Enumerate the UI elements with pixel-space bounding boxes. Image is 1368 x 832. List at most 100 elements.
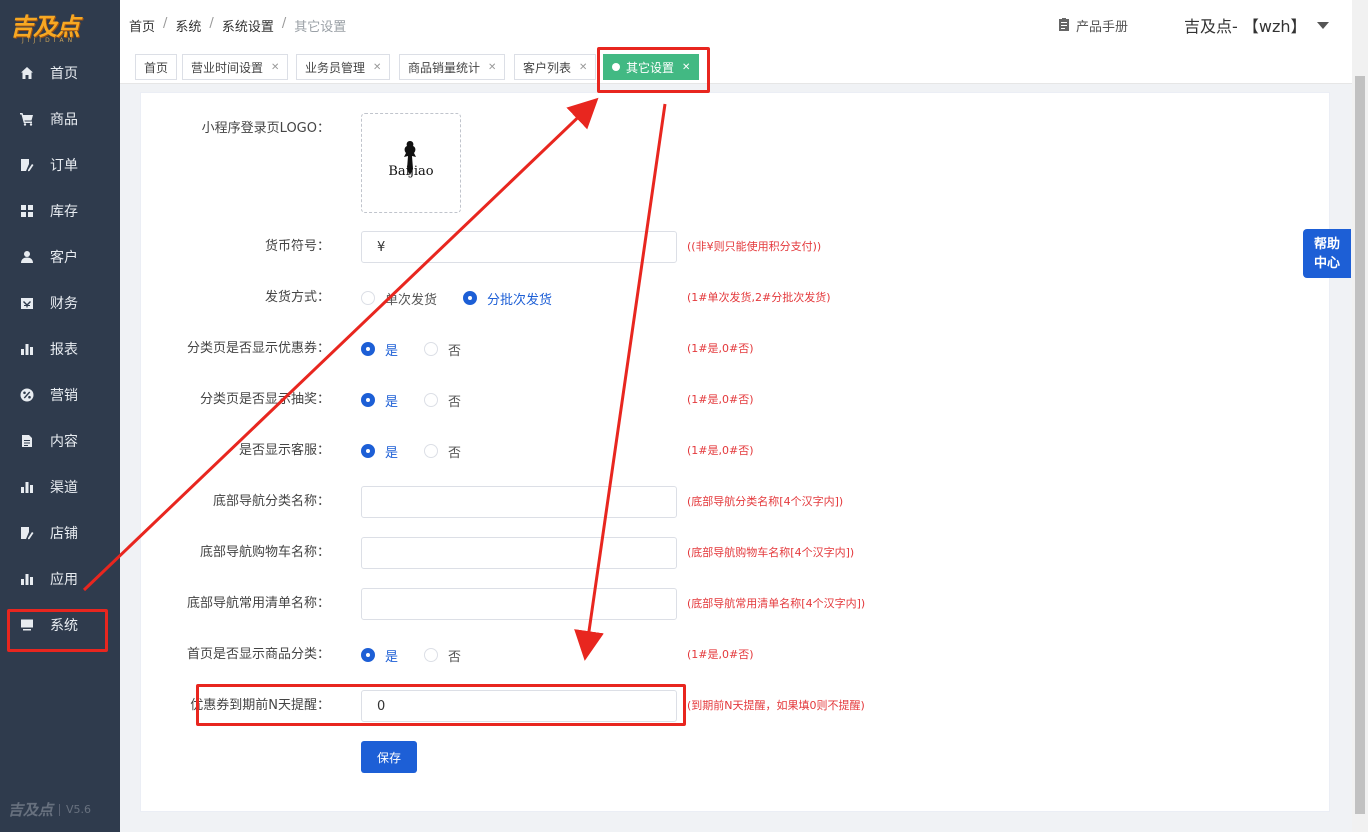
close-icon[interactable]: ✕ [488, 62, 496, 73]
radio-yes[interactable]: 是 [361, 340, 398, 359]
sidebar-item-apps[interactable]: 应用 [0, 556, 120, 602]
radio-circle [361, 393, 375, 407]
form-row-currency: 货币符号： ¥ ((非¥则只能使用积分支付)) [140, 231, 1330, 263]
radio-no[interactable]: 否 [424, 646, 461, 665]
save-button[interactable]: 保存 [361, 741, 417, 773]
annotation-box-system [7, 609, 108, 652]
radio-no[interactable]: 否 [424, 442, 461, 461]
brand-image: Baijiao [388, 141, 434, 179]
breadcrumb-home[interactable]: 首页 [129, 16, 155, 35]
edit-icon [20, 526, 34, 540]
radio-circle [361, 444, 375, 458]
sidebar-item-stock[interactable]: 库存 [0, 188, 120, 234]
sidebar-item-home[interactable]: 首页 [0, 50, 120, 96]
sidebar-item-shop[interactable]: 店铺 [0, 510, 120, 556]
nav-list-input[interactable] [361, 588, 677, 620]
radio-circle [424, 342, 439, 356]
form-row-show-service: 是否显示客服： 是 否 (1#是,0#否) [140, 435, 1330, 467]
field-label: 分类页是否显示优惠券： [186, 341, 330, 356]
tab-customer-list[interactable]: 客户列表 ✕ [514, 54, 597, 80]
percent-icon [20, 388, 34, 402]
tab-label: 客户列表 [523, 60, 572, 75]
sidebar-item-label: 应用 [50, 572, 78, 588]
brand-image-text: Baijiao [388, 164, 433, 179]
breadcrumb-system[interactable]: 系统 [175, 16, 201, 35]
form-row-nav-cart: 底部导航购物车名称： (底部导航购物车名称[4个汉字内]) [140, 537, 1330, 569]
form-row-nav-list: 底部导航常用清单名称： (底部导航常用清单名称[4个汉字内]) [140, 588, 1330, 620]
grid-icon [20, 204, 34, 218]
radio-label: 单次发货 [385, 292, 438, 308]
radio-yes[interactable]: 是 [361, 646, 398, 665]
field-hint: (到期前N天提醒，如果填0则不提醒) [687, 699, 865, 712]
help-label-line2: 中心 [1313, 255, 1340, 271]
user-menu[interactable]: 吉及点- 【wzh】 [1184, 13, 1329, 37]
radio-yes[interactable]: 是 [361, 442, 398, 461]
tab-home[interactable]: 首页 [135, 54, 178, 80]
breadcrumb-system-settings[interactable]: 系统设置 [222, 16, 274, 35]
sidebar-item-orders[interactable]: 订单 [0, 142, 120, 188]
document-icon [20, 434, 34, 448]
sidebar-item-customers[interactable]: 客户 [0, 234, 120, 280]
sidebar-item-content[interactable]: 内容 [0, 418, 120, 464]
field-label: 小程序登录页LOGO： [201, 121, 330, 136]
scrollbar-thumb[interactable] [1355, 76, 1365, 814]
radio-single-delivery[interactable]: 单次发货 [361, 289, 437, 308]
sidebar-item-goods[interactable]: 商品 [0, 96, 120, 142]
field-hint: ((非¥则只能使用积分支付)) [687, 240, 822, 253]
annotation-box-tab [597, 47, 710, 93]
footer-logo: 吉及点 [8, 801, 54, 819]
sidebar-item-reports[interactable]: 报表 [0, 326, 120, 372]
radio-label: 是 [385, 343, 399, 359]
form-row-show-coupon: 分类页是否显示优惠券： 是 否 (1#是,0#否) [140, 333, 1330, 365]
chevron-down-icon [1316, 21, 1329, 29]
tab-salesman[interactable]: 业务员管理 ✕ [296, 54, 391, 80]
logo-upload[interactable]: Baijiao [361, 113, 461, 213]
sidebar-item-label: 商品 [50, 112, 78, 128]
radio-batch-delivery[interactable]: 分批次发货 [463, 289, 552, 308]
field-label: 底部导航常用清单名称： [186, 596, 330, 611]
bar-chart-icon [20, 342, 34, 356]
version-label: V5.6 [66, 803, 92, 816]
wallet-icon [20, 296, 34, 310]
radio-no[interactable]: 否 [424, 340, 461, 359]
radio-label: 是 [385, 445, 399, 461]
radio-circle [424, 648, 439, 662]
logo-subtext: JIJIDIAN [22, 37, 77, 44]
sidebar-item-channels[interactable]: 渠道 [0, 464, 120, 510]
tab-sales-stats[interactable]: 商品销量统计 ✕ [399, 54, 506, 80]
field-hint: (1#是,0#否) [687, 393, 754, 406]
close-icon[interactable]: ✕ [373, 62, 381, 73]
nav-cart-input[interactable] [361, 537, 677, 569]
sidebar: 吉及点 JIJIDIAN 首页 商品 订单 库存 客户 财务 报表 营销 内容 … [0, 0, 120, 832]
currency-input[interactable]: ¥ [361, 231, 677, 263]
radio-yes[interactable]: 是 [361, 391, 398, 410]
footer-divider [59, 803, 61, 816]
radio-label: 否 [448, 445, 462, 461]
vertical-scrollbar[interactable] [1352, 0, 1368, 832]
radio-circle [424, 444, 439, 458]
sidebar-item-label: 库存 [50, 204, 78, 220]
sidebar-item-label: 客户 [50, 250, 78, 266]
sidebar-item-finance[interactable]: 财务 [0, 280, 120, 326]
radio-label: 是 [385, 394, 399, 410]
radio-label: 分批次发货 [487, 292, 553, 308]
sidebar-item-label: 财务 [50, 296, 78, 312]
breadcrumb: 首页 / 系统 / 系统设置 / 其它设置 [129, 16, 346, 35]
field-label: 底部导航购物车名称： [199, 545, 330, 560]
radio-circle [361, 342, 375, 356]
close-icon[interactable]: ✕ [579, 62, 587, 73]
cart-icon [20, 112, 34, 126]
radio-label: 是 [385, 649, 399, 665]
sidebar-item-marketing[interactable]: 营销 [0, 372, 120, 418]
product-manual-link[interactable]: 产品手册 [1058, 16, 1128, 35]
help-center-button[interactable]: 帮助 中心 [1303, 229, 1351, 278]
field-label: 发货方式： [264, 290, 330, 305]
close-icon[interactable]: ✕ [271, 62, 279, 73]
radio-no[interactable]: 否 [424, 391, 461, 410]
tab-business-hours[interactable]: 营业时间设置 ✕ [182, 54, 289, 80]
field-label: 分类页是否显示抽奖： [199, 392, 330, 407]
field-label: 底部导航分类名称： [212, 494, 330, 509]
nav-category-input[interactable] [361, 486, 677, 518]
sidebar-item-label: 首页 [50, 66, 78, 82]
sidebar-item-label: 报表 [50, 342, 78, 358]
